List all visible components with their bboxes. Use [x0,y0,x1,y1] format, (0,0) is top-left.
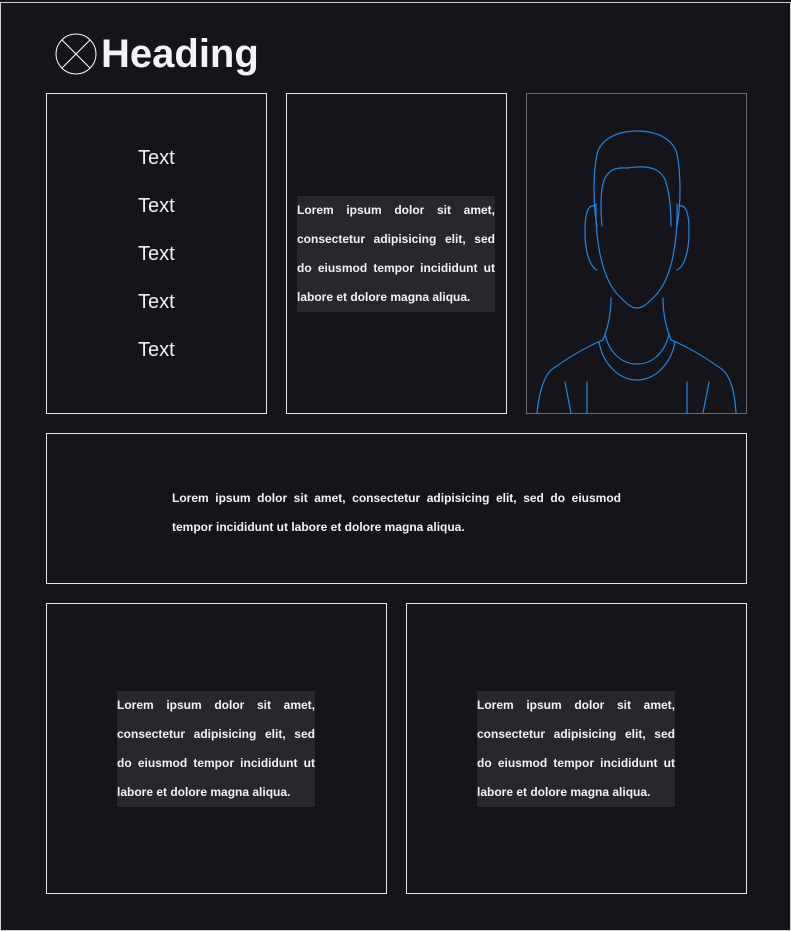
text-list-card: Text Text Text Text Text [46,93,267,414]
paragraph-text: Lorem ipsum dolor sit amet, consectetur … [297,196,495,312]
page-header: Heading [55,31,259,77]
list-item: Text [138,195,175,217]
bottom-left-card: Lorem ipsum dolor sit amet, consectetur … [46,603,387,894]
list-item: Text [138,147,175,169]
text-list: Text Text Text Text Text [138,144,175,384]
placeholder-x-circle-icon [55,33,97,75]
list-item: Text [138,339,175,361]
wide-paragraph-text: Lorem ipsum dolor sit amet, consectetur … [172,491,621,534]
paragraph-card: Lorem ipsum dolor sit amet, consectetur … [286,93,507,414]
avatar-card [526,93,747,414]
page-title: Heading [101,32,259,76]
bottom-left-paragraph-text: Lorem ipsum dolor sit amet, consectetur … [117,691,315,807]
page-frame: Heading Text Text Text Text Text Lorem i… [0,2,791,931]
bottom-right-paragraph-text: Lorem ipsum dolor sit amet, consectetur … [477,691,675,807]
list-item: Text [138,291,175,313]
list-item: Text [138,243,175,265]
wide-text-card: Lorem ipsum dolor sit amet, consectetur … [46,433,747,584]
bottom-right-card: Lorem ipsum dolor sit amet, consectetur … [406,603,747,894]
person-silhouette-icon [536,130,737,413]
